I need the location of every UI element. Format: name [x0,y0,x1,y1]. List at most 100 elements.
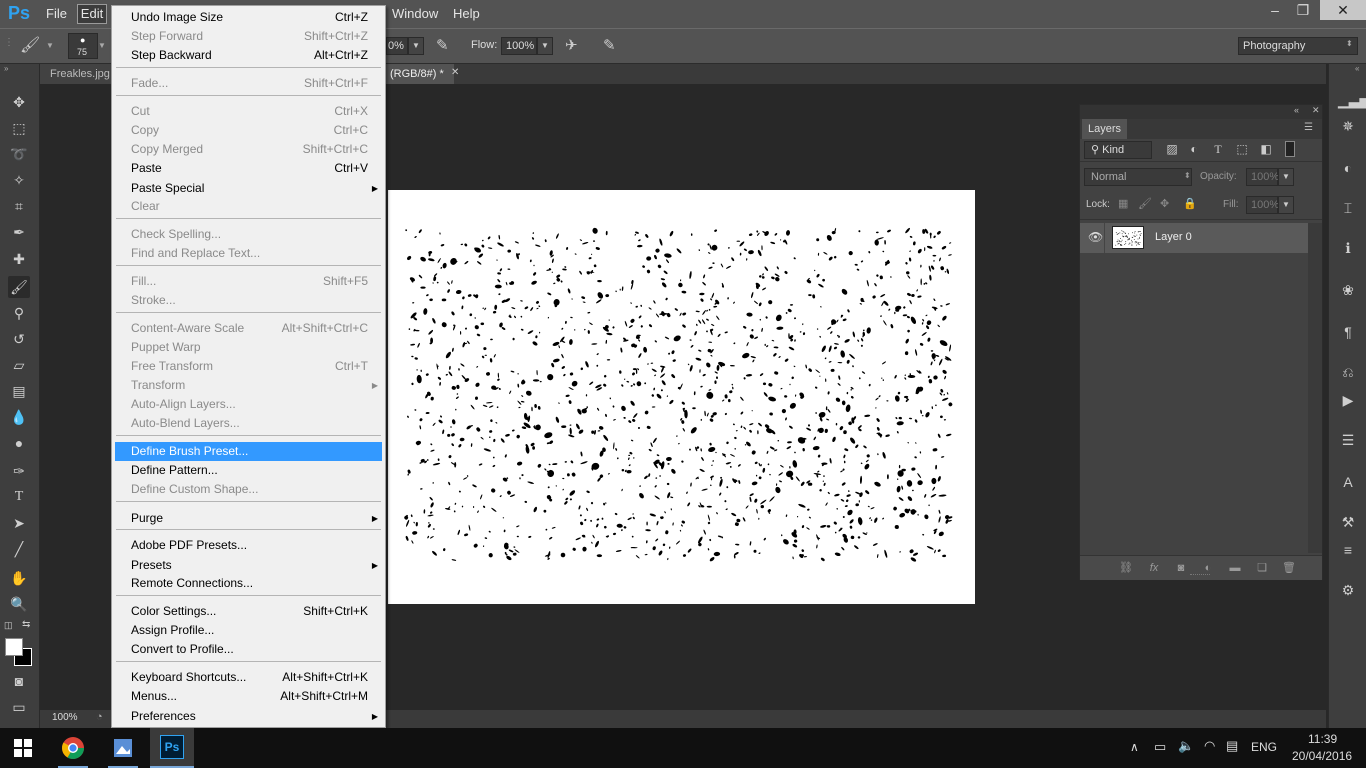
history-icon[interactable]: ⎌ [1338,362,1358,382]
clock-time[interactable]: 11:39 [1308,732,1337,746]
menu-item-purge[interactable]: Purge ▶ [115,509,382,528]
info-icon[interactable]: ℹ [1338,238,1358,258]
airbrush-icon[interactable]: ✈ [565,36,578,54]
language-indicator[interactable]: ENG [1251,740,1277,754]
healing-brush-icon[interactable]: ✚ [8,248,30,270]
brush-presets-icon[interactable]: ≡ [1338,540,1358,560]
marquee-tool-icon[interactable]: ⬚ [8,117,30,139]
type-tool-icon[interactable]: T [8,486,30,508]
chevron-down-icon[interactable]: ▼ [408,37,424,55]
opacity-field[interactable]: 100% [1246,168,1279,186]
close-button[interactable]: ✕ [1320,0,1366,20]
zoom-level[interactable]: 100% [52,712,78,723]
character-icon[interactable]: A [1338,472,1358,492]
action-center-icon[interactable]: ▤ [1226,738,1238,754]
adjustments-icon[interactable]: ◐ [1338,158,1358,178]
delete-layer-icon[interactable]: 🗑 [1281,560,1297,576]
chevron-down-icon[interactable]: ▼ [537,37,553,55]
lock-pixels-icon[interactable]: 🖌 [1138,197,1152,210]
magic-wand-icon[interactable]: ✧ [8,169,30,191]
lasso-tool-icon[interactable]: ➰ [8,143,30,165]
layer-name[interactable]: Layer 0 [1155,231,1192,243]
menu-edit[interactable]: Edit [77,4,107,24]
battery-icon[interactable]: ▭ [1154,739,1166,755]
new-group-icon[interactable]: ▬ [1227,560,1243,576]
tool-presets-icon[interactable]: ⚒ [1338,512,1358,532]
lock-position-icon[interactable]: ✥ [1160,197,1169,210]
brush-tool-icon[interactable]: 🖌 [8,276,30,298]
volume-icon[interactable]: 🔈 [1178,738,1194,754]
flow-field[interactable]: 100% [501,37,537,55]
filter-toggle[interactable] [1285,141,1295,157]
menu-item-step-backward[interactable]: Step Backward Alt+Ctrl+Z [115,46,382,65]
chevron-down-icon[interactable]: ▼ [1278,196,1294,214]
menu-item-define-pattern[interactable]: Define Pattern... [115,461,382,480]
tab-freakles[interactable]: Freakles.jpg [40,64,120,84]
wifi-icon[interactable]: ◠ [1204,738,1215,754]
blend-mode-select[interactable]: Normal [1084,168,1192,186]
brush-tool-icon[interactable]: 🖌 [20,35,40,55]
chevron-down-icon[interactable]: ▼ [1278,168,1294,186]
paragraph-icon[interactable]: ¶ [1338,322,1358,342]
menu-help[interactable]: Help [453,6,480,21]
clock-date[interactable]: 20/04/2016 [1292,749,1352,763]
channels-icon[interactable]: ❀ [1338,280,1358,300]
menu-item-keyboard-shortcuts[interactable]: Keyboard Shortcuts... Alt+Shift+Ctrl+K [115,668,382,687]
lock-transparent-icon[interactable]: ▦ [1118,197,1128,210]
chevron-down-icon[interactable]: ▼ [98,41,106,50]
info-icon[interactable]: ◔ [96,711,103,723]
menu-item-menus[interactable]: Menus... Alt+Shift+Ctrl+M [115,687,382,706]
menu-item-presets[interactable]: Presets ▶ [115,556,382,575]
close-icon[interactable]: ✕ [1312,105,1320,116]
shape-filter-icon[interactable]: ⬚ [1234,141,1250,157]
smart-object-filter-icon[interactable]: ◧ [1258,141,1274,157]
menu-item-undo-image-size[interactable]: Undo Image Size Ctrl+Z [115,8,382,27]
menu-file[interactable]: File [46,6,67,21]
fill-field[interactable]: 100% [1246,196,1279,214]
gradient-tool-icon[interactable]: ▤ [8,380,30,402]
clone-stamp-icon[interactable]: ⚲ [8,302,30,324]
menu-item-paste-special[interactable]: Paste Special ▶ [115,179,382,198]
eye-icon[interactable]: 👁 [1088,230,1103,244]
photos-app-icon[interactable] [108,733,138,763]
chevron-up-icon[interactable]: ∧ [1130,740,1139,754]
pen-tool-icon[interactable]: ✑ [8,460,30,482]
eyedropper-icon[interactable]: ✒ [8,221,30,243]
workspace-switcher[interactable]: Photography [1238,37,1358,55]
pixel-filter-icon[interactable]: ▨ [1164,141,1180,157]
menu-item-adobe-pdf-presets[interactable]: Adobe PDF Presets... [115,536,382,555]
quick-mask-icon[interactable]: ◙ [8,670,30,692]
zoom-tool-icon[interactable]: 🔍 [8,593,30,615]
hand-tool-icon[interactable]: ✋ [8,567,30,589]
type-filter-icon[interactable]: T [1210,141,1226,157]
move-tool-icon[interactable]: ✥ [8,91,30,113]
histogram-icon[interactable]: ▁▃▅ [1338,90,1366,110]
expand-icon[interactable]: » [4,64,8,73]
adjustment-filter-icon[interactable]: ◐ [1186,141,1202,157]
layer-filter-select[interactable]: ⚲ Kind [1084,141,1152,159]
blur-tool-icon[interactable]: 💧 [8,406,30,428]
resize-grip[interactable] [1190,574,1210,578]
menu-item-paste[interactable]: Paste Ctrl+V [115,159,382,178]
path-selection-icon[interactable]: ➤ [8,512,30,534]
eraser-tool-icon[interactable]: ▱ [8,354,30,376]
document-canvas[interactable] [388,190,975,604]
tab-active-document[interactable]: (RGB/8#) * [386,64,454,84]
clone-source-icon[interactable]: ⚙ [1338,580,1358,600]
windows-start-icon[interactable] [14,739,32,757]
new-layer-icon[interactable]: ❏ [1254,560,1270,576]
crop-tool-icon[interactable]: ⌗ [8,195,30,217]
tab-layers[interactable]: Layers [1082,119,1128,139]
menu-item-define-brush-preset[interactable]: Define Brush Preset... [115,442,382,461]
history-brush-icon[interactable]: ↺ [8,328,30,350]
menu-item-remote-connections[interactable]: Remote Connections... [115,574,382,593]
screen-mode-icon[interactable]: ▭ [8,696,30,718]
pressure-size-icon[interactable]: ✎ [603,36,616,54]
menu-window[interactable]: Window [392,6,438,21]
tab-close-icon[interactable]: ✕ [451,67,459,78]
lock-all-icon[interactable]: 🔒 [1183,197,1197,210]
layers-scrollbar[interactable] [1308,223,1322,553]
brush-preset-picker[interactable]: ● 75 [68,33,98,59]
line-tool-icon[interactable]: ╱ [8,538,30,560]
layer-row[interactable]: 👁 Layer 0 [1080,223,1308,253]
